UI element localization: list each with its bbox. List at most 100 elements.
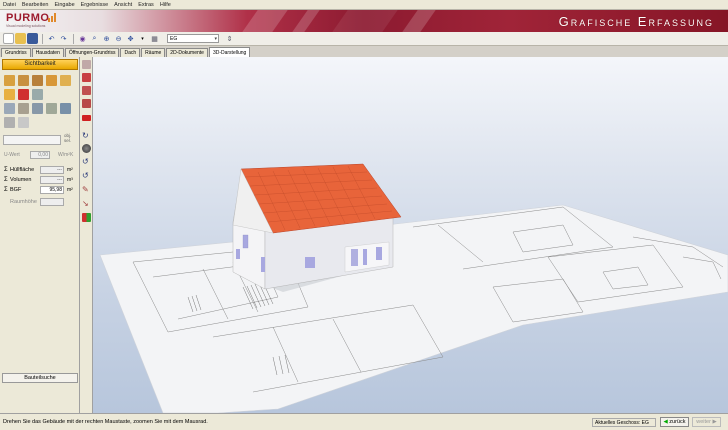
visibility-icons-row-3 bbox=[4, 103, 78, 117]
slab-visibility-icon[interactable] bbox=[60, 75, 71, 86]
menu-eingabe[interactable]: Eingabe bbox=[54, 2, 74, 8]
zoom-window-icon[interactable]: ⌕ bbox=[89, 33, 100, 44]
volumen-row: Σ Volumen --- m³ bbox=[4, 175, 73, 184]
next-label: weiter bbox=[696, 419, 711, 425]
room-visibility-icon[interactable] bbox=[4, 89, 15, 100]
status-message: Drehen Sie das Gebäude mit der rechten M… bbox=[3, 419, 208, 425]
volumen-field: --- bbox=[40, 175, 64, 184]
sun-icon[interactable]: ↺ bbox=[82, 171, 91, 180]
tab-oeffnungen-grundriss[interactable]: Öffnungen-Grundriss bbox=[64, 48, 120, 57]
tab-3d-darstellung[interactable]: 3D-Darstellung bbox=[208, 47, 251, 57]
current-floor-status: Aktuelles Geschoss: EG bbox=[592, 418, 656, 427]
cube-view-icon[interactable] bbox=[82, 60, 91, 69]
terrain-visibility-icon[interactable] bbox=[46, 103, 57, 114]
geschoss-select[interactable]: EG ▾ bbox=[167, 34, 219, 43]
dimension-visibility-icon[interactable] bbox=[32, 103, 43, 114]
menu-hilfe[interactable]: Hilfe bbox=[160, 2, 171, 8]
cube-side-icon[interactable] bbox=[82, 86, 91, 95]
raumhoehe-row: Raumhöhe bbox=[4, 197, 64, 206]
floorplan-sheet bbox=[99, 204, 728, 413]
menu-bearbeiten[interactable]: Bearbeiten bbox=[22, 2, 49, 8]
wall-visibility-icon[interactable] bbox=[4, 75, 15, 86]
object-select-label: obj. sel. bbox=[64, 133, 72, 143]
visibility-icons-row-2 bbox=[4, 89, 78, 103]
redo-icon[interactable]: ↷ bbox=[58, 33, 69, 44]
measure-icon[interactable]: ↘ bbox=[82, 199, 91, 208]
huellflaeche-field: --- bbox=[40, 165, 64, 174]
pipe-visibility-icon[interactable] bbox=[32, 89, 43, 100]
menu-bar: Datei Bearbeiten Eingabe Ergebnisse Ansi… bbox=[0, 0, 728, 10]
tab-hausdaten[interactable]: Hausdaten bbox=[31, 48, 64, 57]
sphere-icon[interactable] bbox=[82, 144, 91, 153]
door-visibility-icon[interactable] bbox=[32, 75, 43, 86]
gable-window bbox=[242, 234, 249, 249]
text-visibility-icon[interactable] bbox=[60, 103, 71, 114]
bauteilsuche-button[interactable]: Bauteilsuche bbox=[2, 373, 78, 383]
back-arrow-icon: ◀ bbox=[663, 419, 668, 425]
back-label: zurück bbox=[669, 419, 686, 425]
gable-window-small bbox=[236, 249, 240, 259]
uwert-unit: W/m²K bbox=[58, 152, 74, 158]
logo-bars-icon bbox=[48, 13, 58, 22]
tab-dach[interactable]: Dach bbox=[120, 48, 141, 57]
heater-visibility-icon[interactable] bbox=[18, 89, 29, 100]
red-bar-icon[interactable] bbox=[82, 115, 91, 121]
raumhoehe-field[interactable] bbox=[40, 197, 64, 206]
roof-visibility-icon[interactable] bbox=[46, 75, 57, 86]
logo-tagline: Visual modeling solutions bbox=[6, 24, 46, 28]
cube-front-icon[interactable] bbox=[82, 73, 91, 82]
pencil-icon[interactable]: ✎ bbox=[82, 185, 91, 194]
3d-viewport[interactable] bbox=[93, 57, 728, 413]
back-button[interactable]: ◀ zurück bbox=[660, 417, 689, 427]
selection-field[interactable] bbox=[3, 135, 61, 145]
new-doc-icon[interactable] bbox=[3, 33, 14, 44]
stairs-visibility-icon[interactable] bbox=[18, 103, 29, 114]
tab-grundriss[interactable]: Grundriss bbox=[1, 48, 31, 57]
menu-ergebnisse[interactable]: Ergebnisse bbox=[81, 2, 109, 8]
uwert-field[interactable]: 0,00 bbox=[30, 151, 50, 159]
bgf-unit: m² bbox=[67, 186, 73, 193]
floor-switch-icon[interactable]: ⇕ bbox=[224, 33, 235, 44]
open-folder-icon[interactable] bbox=[15, 33, 26, 44]
zoom-in-icon[interactable]: ⊕ bbox=[101, 33, 112, 44]
undo-icon[interactable]: ↶ bbox=[46, 33, 57, 44]
tab-2d-dokumente[interactable]: 2D-Dokumente bbox=[166, 48, 208, 57]
bgf-row: Σ BGF 95,98 m² bbox=[4, 185, 73, 194]
volumen-label: Volumen bbox=[10, 176, 32, 183]
next-button[interactable]: weiter ▶ bbox=[692, 417, 721, 427]
pan-icon[interactable]: ✥ bbox=[125, 33, 136, 44]
layer-visibility-icon[interactable] bbox=[18, 117, 29, 128]
huellflaeche-label: Hüllfläche bbox=[10, 166, 35, 173]
front-window bbox=[305, 257, 315, 268]
grid-icon[interactable]: ▦ bbox=[149, 33, 160, 44]
tab-bar: Grundriss Hausdaten Öffnungen-Grundriss … bbox=[0, 47, 728, 57]
grid-visibility-icon[interactable] bbox=[4, 103, 15, 114]
volumen-unit: m³ bbox=[67, 176, 73, 183]
sichtbarkeit-button[interactable]: Sichtbarkeit bbox=[2, 59, 78, 70]
side-window-1 bbox=[363, 249, 367, 265]
geschoss-value: EG bbox=[170, 35, 178, 42]
vertical-toolbar: ↻ ↺ ↺ ✎ ↘ bbox=[80, 57, 93, 413]
status-bar: Drehen Sie das Gebäude mit der rechten M… bbox=[0, 413, 728, 430]
color-palette-icon[interactable] bbox=[82, 213, 91, 222]
orbit-icon[interactable]: ↺ bbox=[82, 157, 91, 166]
front-door bbox=[351, 249, 358, 266]
app-title: Grafische Erfassung bbox=[558, 14, 714, 29]
uwert-label: U-Wert bbox=[4, 152, 20, 158]
chevron-down-icon: ▾ bbox=[214, 35, 217, 42]
model-visibility-icon[interactable] bbox=[4, 117, 15, 128]
menu-datei[interactable]: Datei bbox=[3, 2, 16, 8]
tab-raeume[interactable]: Räume bbox=[141, 48, 166, 57]
info-icon[interactable]: ◉ bbox=[77, 33, 88, 44]
bgf-field: 95,98 bbox=[40, 185, 64, 194]
window-visibility-icon[interactable] bbox=[18, 75, 29, 86]
menu-ansicht[interactable]: Ansicht bbox=[114, 2, 132, 8]
app-banner: PURMO Visual modeling solutions Grafisch… bbox=[0, 10, 728, 32]
menu-extras[interactable]: Extras bbox=[138, 2, 154, 8]
cube-top-icon[interactable] bbox=[82, 99, 91, 108]
save-icon[interactable] bbox=[27, 33, 38, 44]
zoom-out-icon[interactable]: ⊖ bbox=[113, 33, 124, 44]
chevron-down-icon[interactable]: ▾ bbox=[137, 33, 148, 44]
rotate-icon[interactable]: ↻ bbox=[82, 131, 91, 140]
huellflaeche-row: Σ Hüllfläche --- m² bbox=[4, 165, 73, 174]
